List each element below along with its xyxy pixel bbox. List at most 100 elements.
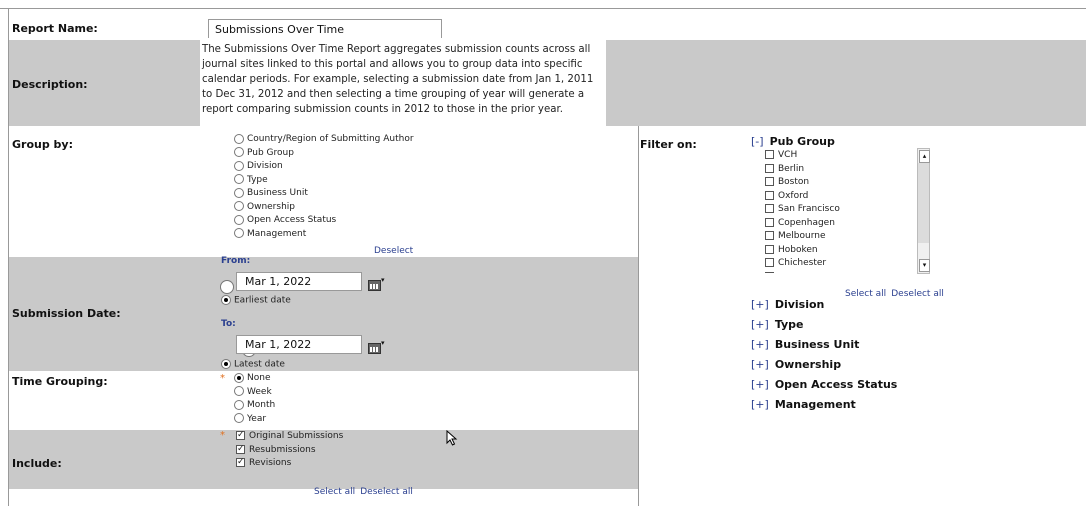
time-grouping-label: Time Grouping: [12,375,108,388]
include-select-all-link[interactable]: Select all [314,487,355,497]
pub-group-item[interactable]: Chichester [765,257,915,271]
filter-collapsed-list: [+] Division [+] Type [+] Business Unit [+]… [751,295,897,415]
checkbox-icon[interactable] [765,150,774,159]
filter-business-unit[interactable]: [+] Business Unit [751,335,897,355]
checkbox-icon[interactable] [765,217,774,227]
include-option[interactable]: ✓ Revisions [236,457,343,471]
column-divider [638,126,639,506]
to-calendar-button[interactable]: ▾ [368,339,385,358]
include-options: ✓ Original Submissions ✓ Resubmissions ✓ Re… [236,430,343,471]
group-by-option[interactable]: Management [234,228,414,242]
radio-icon[interactable] [234,133,244,144]
radio-icon[interactable] [234,372,244,383]
pub-group-item[interactable]: Copenhagen [765,217,915,231]
filter-management[interactable]: [+] Management [751,395,897,415]
filter-on-label: Filter on: [640,138,697,151]
checkbox-icon[interactable] [765,271,774,273]
group-by-option[interactable]: Division [234,160,414,174]
radio-icon[interactable] [234,187,244,198]
radio-icon[interactable] [234,413,244,423]
group-by-option[interactable]: Business Unit [234,187,414,201]
from-date-input[interactable]: Mar 1, 2022 [236,272,362,291]
filter-division[interactable]: [+] Division [751,295,897,315]
checkbox-checked-icon[interactable]: ✓ [236,431,245,440]
checkbox-icon[interactable] [765,163,774,173]
expand-toggle[interactable]: [+] [751,338,769,351]
group-by-option[interactable]: Type [234,174,414,188]
pub-group-item[interactable]: Hoboken [765,244,915,258]
group-by-option[interactable]: Pub Group [234,147,414,161]
from-date-radio[interactable] [220,279,234,294]
filter-open-access-status[interactable]: [+] Open Access Status [751,375,897,395]
radio-icon[interactable] [234,228,244,238]
pub-group-item[interactable]: Melbourne [765,230,915,244]
radio-icon[interactable] [234,214,244,225]
time-grouping-option[interactable]: None [234,372,275,386]
earliest-date-option[interactable]: Earliest date [221,295,291,306]
calendar-icon [368,280,381,291]
radio-icon[interactable] [221,295,231,305]
include-option[interactable]: ✓ Resubmissions [236,444,343,458]
radio-icon[interactable] [234,201,244,211]
from-calendar-button[interactable]: ▾ [368,276,385,295]
group-by-options: Country/Region of Submitting Author Pub … [234,133,414,241]
radio-icon[interactable] [234,174,244,184]
expand-toggle[interactable]: [+] [751,378,769,391]
pub-group-list: VCH Berlin Boston Oxford San Francisco C… [765,149,915,273]
checkbox-checked-icon[interactable]: ✓ [236,444,245,454]
pub-group-item[interactable]: Boston [765,176,915,190]
pub-group-scrollbar[interactable]: ▴ ▾ [917,148,930,274]
pub-group-header[interactable]: [-] Pub Group [751,135,835,148]
group-by-option[interactable]: Country/Region of Submitting Author [234,133,414,147]
group-by-option[interactable]: Ownership [234,201,414,215]
scroll-down-icon[interactable]: ▾ [919,259,930,272]
group-by-option[interactable]: Open Access Status [234,214,414,228]
checkbox-icon[interactable] [765,204,774,213]
to-date-input[interactable]: Mar 1, 2022 [236,335,362,354]
time-grouping-option[interactable]: Year [234,413,275,427]
expand-toggle[interactable]: [+] [751,398,769,411]
scrollbar-thumb[interactable] [918,163,929,243]
collapse-toggle[interactable]: [-] [751,135,764,148]
group-by-deselect-link[interactable]: Deselect [374,246,413,256]
include-option[interactable]: ✓ Original Submissions [236,430,343,444]
latest-date-option[interactable]: Latest date [221,359,285,370]
radio-icon[interactable] [234,147,244,157]
description-line: to Dec 31, 2012 and then selecting a tim… [202,89,585,100]
expand-toggle[interactable]: [+] [751,318,769,331]
pub-group-item[interactable]: Berlin [765,163,915,177]
filter-type[interactable]: [+] Type [751,315,897,335]
scroll-up-icon[interactable]: ▴ [919,150,930,163]
required-marker: * [220,430,225,441]
radio-icon[interactable] [234,399,244,410]
checkbox-icon[interactable] [765,177,774,186]
radio-icon[interactable] [234,160,244,171]
include-deselect-all-link[interactable]: Deselect all [360,487,413,497]
radio-icon[interactable] [234,386,244,396]
time-grouping-option[interactable]: Month [234,399,275,413]
expand-toggle[interactable]: [+] [751,298,769,311]
radio-icon[interactable] [221,359,231,369]
checkbox-icon[interactable] [765,190,774,200]
include-label: Include: [12,457,62,470]
description-line: journal sites linked to this portal and … [202,59,583,70]
pub-group-deselect-all-link[interactable]: Deselect all [891,289,944,299]
time-grouping-option[interactable]: Week [234,386,275,400]
pub-group-item[interactable]: San Francisco [765,203,915,217]
report-name-input[interactable]: Submissions Over Time [208,19,442,38]
time-grouping-options: None Week Month Year [234,372,275,426]
pub-group-item[interactable] [765,271,915,273]
chevron-down-icon: ▾ [381,339,385,347]
description-line: The Submissions Over Time Report aggrega… [202,44,591,55]
expand-toggle[interactable]: [+] [751,358,769,371]
filter-ownership[interactable]: [+] Ownership [751,355,897,375]
checkbox-icon[interactable] [765,258,774,267]
pub-group-item[interactable]: VCH [765,149,915,163]
pub-group-item[interactable]: Oxford [765,190,915,204]
group-by-label: Group by: [12,138,73,151]
checkbox-icon[interactable] [765,244,774,254]
checkbox-checked-icon[interactable]: ✓ [236,458,245,467]
description-box: The Submissions Over Time Report aggrega… [200,40,606,126]
checkbox-icon[interactable] [765,231,774,240]
description-line: calendar periods. For example, selecting… [202,74,594,85]
